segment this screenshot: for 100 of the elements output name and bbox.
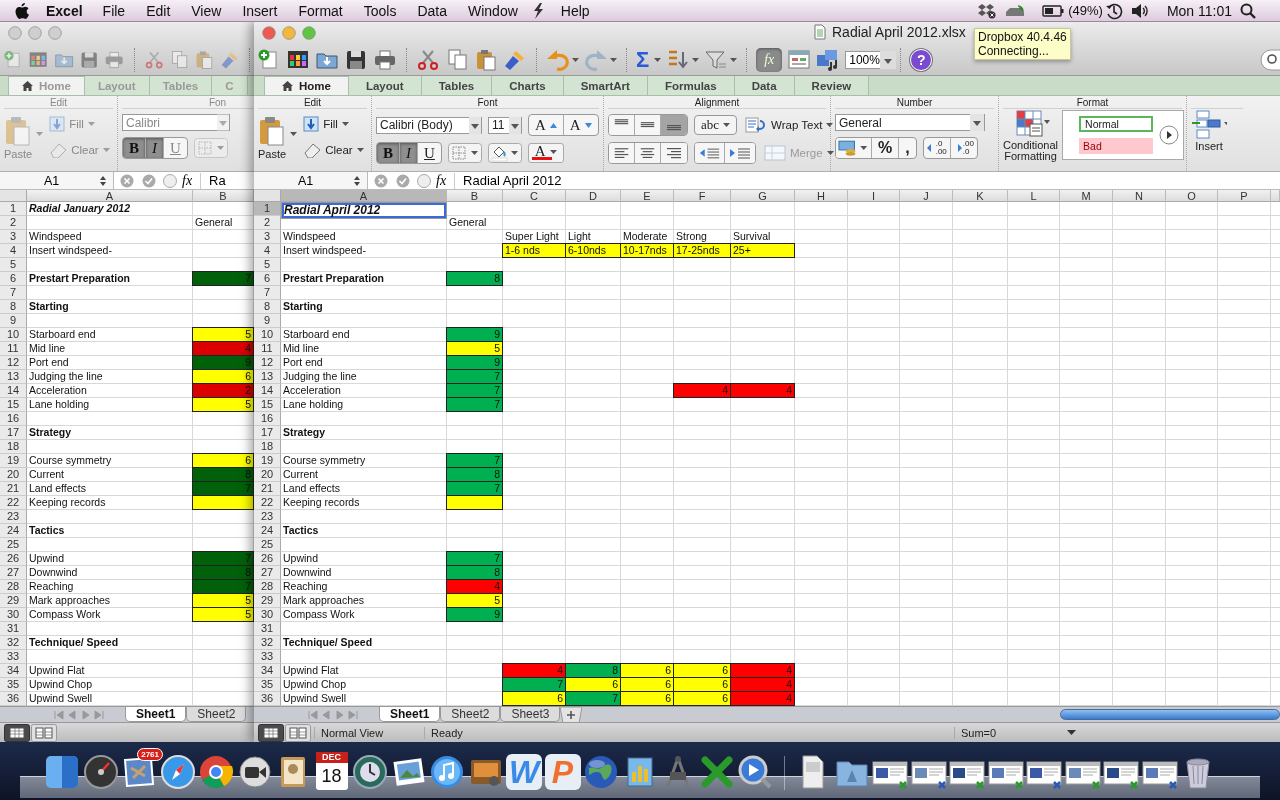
row-header[interactable]: 26 bbox=[254, 552, 281, 566]
row-header[interactable]: 36 bbox=[254, 692, 281, 706]
column-header[interactable]: K bbox=[953, 190, 1008, 202]
clipboard-icon[interactable] bbox=[474, 47, 498, 72]
ribbon-tab[interactable]: SmartArt bbox=[563, 76, 648, 95]
drive-icon[interactable] bbox=[1004, 3, 1027, 18]
row-header[interactable]: 22 bbox=[254, 496, 281, 510]
row-header[interactable]: 7 bbox=[254, 286, 281, 300]
clock-icon[interactable] bbox=[352, 754, 388, 790]
row-header[interactable]: 5 bbox=[254, 258, 281, 272]
menu-item[interactable]: Data bbox=[417, 2, 447, 19]
name-box[interactable]: A1 bbox=[254, 172, 368, 189]
bold-button[interactable]: B bbox=[377, 143, 400, 163]
menu-item[interactable]: File bbox=[102, 2, 126, 19]
app-menu[interactable]: Excel bbox=[46, 2, 83, 19]
table-cell[interactable]: 6 bbox=[673, 691, 731, 706]
row-header[interactable]: 30 bbox=[254, 608, 281, 622]
table-cell[interactable]: 4 bbox=[730, 383, 795, 398]
row-header[interactable]: 35 bbox=[254, 678, 281, 692]
row-header[interactable]: 10 bbox=[254, 328, 281, 342]
align-left-button[interactable] bbox=[609, 143, 635, 163]
ribbon-tab[interactable]: Formulas bbox=[647, 76, 735, 95]
menu-clock[interactable]: Mon 11:01 bbox=[1166, 2, 1232, 19]
row-header[interactable]: 21 bbox=[254, 482, 281, 496]
insert-function-button[interactable]: fx bbox=[432, 172, 456, 189]
row-header[interactable]: 8 bbox=[254, 300, 281, 314]
sheet-tab[interactable]: Sheet1 bbox=[379, 707, 441, 722]
row-header[interactable]: 19 bbox=[254, 454, 281, 468]
printer-icon[interactable] bbox=[373, 47, 397, 72]
ribbon-tab[interactable]: Charts bbox=[492, 76, 564, 95]
table-cell[interactable]: 7 bbox=[565, 691, 621, 706]
copy-icon[interactable] bbox=[445, 47, 469, 72]
ribbon-tab[interactable]: Home bbox=[264, 76, 349, 95]
decrease-decimal-button[interactable]: .00 .0 bbox=[950, 138, 977, 158]
column-header[interactable]: G bbox=[731, 190, 795, 202]
menu-item[interactable]: Insert bbox=[242, 2, 278, 19]
ribbon-tab[interactable]: Review bbox=[794, 76, 870, 95]
table-cell[interactable] bbox=[446, 495, 503, 510]
column-header[interactable]: D bbox=[566, 190, 621, 202]
column-header[interactable]: H bbox=[795, 190, 848, 202]
table-cell[interactable]: Mid line bbox=[281, 342, 447, 356]
table-cell[interactable]: Acceleration bbox=[281, 384, 447, 398]
table-cell[interactable]: Technique/ Speed bbox=[281, 636, 447, 650]
table-cell[interactable]: Keeping records bbox=[281, 496, 447, 510]
font-dropdown[interactable]: Calibri (Body) bbox=[376, 116, 482, 134]
sum-dropdown[interactable]: Sum=0 bbox=[954, 726, 1084, 739]
help-button[interactable]: ? bbox=[910, 48, 933, 71]
row-header[interactable]: 23 bbox=[254, 510, 281, 524]
table-cell[interactable]: 1-6 nds bbox=[502, 243, 566, 258]
table-cell[interactable]: 9 bbox=[446, 607, 503, 622]
search-icon[interactable] bbox=[1240, 2, 1256, 19]
row-header[interactable]: 29 bbox=[254, 594, 281, 608]
column-header[interactable]: E bbox=[621, 190, 674, 202]
decrease-indent-button[interactable] bbox=[695, 143, 725, 163]
table-cell[interactable]: 6 bbox=[620, 691, 674, 706]
table-cell[interactable]: Starboard end bbox=[281, 328, 447, 342]
row-header[interactable]: 14 bbox=[254, 384, 281, 398]
ribbon-tab[interactable]: Data bbox=[734, 76, 795, 95]
font-size-dropdown[interactable]: 11 bbox=[488, 116, 522, 134]
menu-item[interactable]: Help bbox=[560, 2, 590, 19]
globe-icon[interactable] bbox=[583, 754, 619, 790]
table-cell[interactable]: Mark approaches bbox=[281, 594, 447, 608]
text-orientation-button[interactable]: abc bbox=[694, 115, 738, 135]
column-header[interactable]: A bbox=[281, 190, 447, 202]
menu-item[interactable]: Format bbox=[298, 2, 343, 19]
bold-button[interactable]: B bbox=[123, 138, 146, 158]
table-cell[interactable]: 17-25nds bbox=[673, 243, 731, 258]
vertical-align-button[interactable] bbox=[609, 115, 635, 135]
add-sheet-button[interactable] bbox=[560, 707, 583, 723]
speaker-icon[interactable] bbox=[1130, 2, 1149, 19]
finder-icon[interactable] bbox=[44, 754, 80, 790]
row-header[interactable]: 11 bbox=[254, 342, 281, 356]
number-format-dropdown[interactable]: General bbox=[835, 114, 985, 131]
caret-icon[interactable] bbox=[290, 132, 298, 136]
increase-decimal-button[interactable]: .0 .00 bbox=[923, 138, 951, 158]
column-header[interactable]: I bbox=[848, 190, 900, 202]
table-cell[interactable]: Prestart Preparation bbox=[281, 272, 447, 286]
table-cell[interactable]: Port end bbox=[281, 356, 447, 370]
table-cell[interactable]: Upwind Chop bbox=[281, 678, 447, 692]
column-header[interactable]: B bbox=[447, 190, 503, 202]
table-cell[interactable]: Super Light bbox=[503, 230, 566, 244]
table-cell[interactable]: Windspeed bbox=[281, 230, 447, 244]
shrink-font-button[interactable]: A bbox=[563, 115, 598, 135]
row-header[interactable]: 28 bbox=[254, 580, 281, 594]
row-header[interactable]: 4 bbox=[254, 244, 281, 258]
row-header[interactable]: 9 bbox=[254, 314, 281, 328]
row-header[interactable]: 13 bbox=[254, 370, 281, 384]
dropbox-icon[interactable] bbox=[978, 2, 997, 19]
column-header[interactable]: P bbox=[1218, 190, 1271, 202]
row-header[interactable]: 25 bbox=[254, 538, 281, 552]
table-cell[interactable]: 6-10nds bbox=[565, 243, 621, 258]
table-cell[interactable]: Strategy bbox=[281, 426, 447, 440]
cross-icon[interactable] bbox=[698, 754, 735, 790]
row-header[interactable]: 33 bbox=[254, 650, 281, 664]
font-color-button[interactable]: A bbox=[527, 143, 564, 163]
paste-button[interactable]: Paste bbox=[258, 114, 287, 160]
row-header[interactable]: 24 bbox=[254, 524, 281, 538]
insert-button[interactable]: Insert bbox=[1191, 110, 1227, 152]
menu-item[interactable]: Tools bbox=[363, 2, 397, 19]
column-header[interactable]: N bbox=[1113, 190, 1166, 202]
